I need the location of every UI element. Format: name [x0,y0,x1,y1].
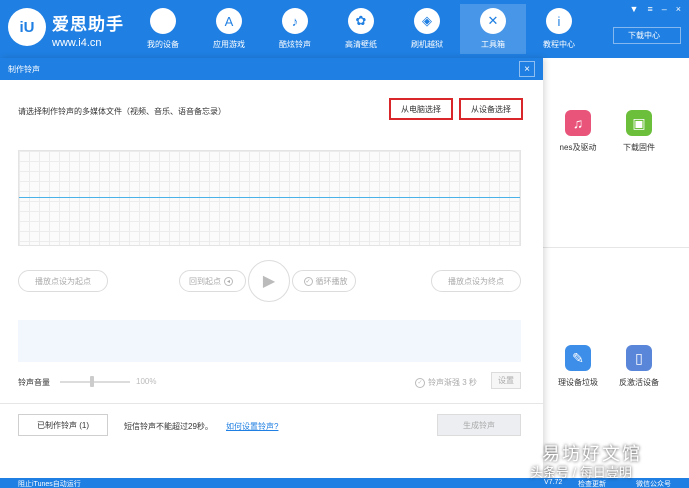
back-to-start-button[interactable]: 回到起点 ◂ [179,270,246,292]
footer-divider [0,403,543,404]
brand: 爱思助手 www.i4.cn [52,10,124,49]
settings-button[interactable]: 设置 [491,372,521,389]
nav-label: 高清壁纸 [345,40,377,49]
download-center-button[interactable]: 下载中心 [613,27,681,44]
app-store-icon: A [216,8,242,34]
block-itunes-option[interactable]: 阻止iTunes自动运行 [18,479,81,488]
shirt-icon[interactable]: ▼ [630,4,639,14]
volume-slider-thumb[interactable] [90,376,94,387]
dialog-title: 制作铃声 [8,64,40,74]
rewind-icon: ◂ [224,276,233,286]
menu-icon[interactable]: ≡ [647,4,652,14]
generate-ringtone-button[interactable]: 生成铃声 [437,414,521,436]
firmware-box-icon: ▣ [626,110,652,136]
panel-divider [543,247,689,248]
nav-label: 刷机越狱 [411,40,443,49]
tool-label: 反激活设备 [619,378,659,387]
dropbox-icon: ◈ [414,8,440,34]
sms-limit-note: 短信铃声不能超过29秒。 [124,422,213,431]
volume-label: 铃声音量 [18,378,50,387]
nav-label: 工具箱 [481,40,505,49]
close-icon[interactable]: × [519,61,535,77]
fade-in-option[interactable]: ✓ 铃声渐强 3 秒 [415,377,477,388]
nav-label: 酷炫铃声 [279,40,311,49]
fade-in-label: 铃声渐强 3 秒 [428,378,477,387]
nav-flash-jailbreak[interactable]: ◈ 刷机越狱 [394,4,460,54]
nav-my-device[interactable]: 我的设备 [130,4,196,54]
broom-icon: ✎ [565,345,591,371]
selection-range-area[interactable] [18,320,521,362]
minimize-icon[interactable]: – [662,4,667,14]
nav-label: 应用游戏 [213,40,245,49]
main-nav: 我的设备 A 应用游戏 ♪ 酷炫铃声 ✿ 高清壁纸 ◈ 刷机越狱 ✕ 工具箱 i… [130,4,592,54]
nav-ringtones[interactable]: ♪ 酷炫铃声 [262,4,328,54]
app-name: 爱思助手 [52,15,124,34]
set-end-button[interactable]: 播放点设为终点 [431,270,521,292]
nav-apps-games[interactable]: A 应用游戏 [196,4,262,54]
nav-label: 教程中心 [543,40,575,49]
dialog-header: 制作铃声 × [0,58,543,80]
wechat-button[interactable]: 微信公众号 [636,479,671,488]
app-url: www.i4.cn [52,37,102,49]
tool-download-firmware[interactable]: ▣ 下载固件 [604,110,674,153]
phone-icon: ▯ [626,345,652,371]
loop-play-button[interactable]: ✓ 循环播放 [292,270,356,292]
volume-slider-track[interactable] [60,381,130,383]
tool-label: 下载固件 [623,143,655,152]
play-button[interactable]: ▶ [248,260,290,302]
tool-clean-junk[interactable]: ✎ 理设备垃圾 [543,345,613,388]
bell-icon: ♪ [282,8,308,34]
nav-label: 我的设备 [147,40,179,49]
play-icon: ▶ [262,273,276,290]
select-from-device-button[interactable]: 从设备选择 [459,98,523,120]
nav-wallpapers[interactable]: ✿ 高清壁纸 [328,4,394,54]
tools-icon: ✕ [480,8,506,34]
toolbox-panel: ♫ nes及驱动 ▣ 下载固件 ✎ 理设备垃圾 ▯ 反激活设备 [543,58,689,478]
set-start-button[interactable]: 播放点设为起点 [18,270,108,292]
instruction-text: 请选择制作铃声的多媒体文件（视频、音乐、语音备忘录） [18,107,226,116]
made-ringtones-button[interactable]: 已制作铃声 (1) [18,414,108,436]
waveform-line [19,197,520,198]
info-icon: i [546,8,572,34]
itunes-icon: ♫ [565,110,591,136]
app-logo: iU [8,8,46,46]
tool-label: 理设备垃圾 [558,378,598,387]
loop-check-icon: ✓ [303,276,313,286]
window-controls: ▼ ≡ – × [630,4,681,14]
tool-itunes-drivers[interactable]: ♫ nes及驱动 [543,110,613,153]
tool-deactivate-device[interactable]: ▯ 反激活设备 [604,345,674,388]
waveform-area[interactable] [18,150,521,246]
apple-icon [150,8,176,34]
tool-label: nes及驱动 [559,143,597,152]
select-from-pc-button[interactable]: 从电脑选择 [389,98,453,120]
volume-value: 100% [136,377,157,386]
nav-tutorials[interactable]: i 教程中心 [526,4,592,54]
flower-icon: ✿ [348,8,374,34]
app-header: iU 爱思助手 www.i4.cn 我的设备 A 应用游戏 ♪ 酷炫铃声 ✿ 高… [0,0,689,58]
back-to-start-label: 回到起点 [189,276,221,286]
loop-play-label: 循环播放 [315,276,348,286]
close-window-icon[interactable]: × [676,4,681,14]
make-ringtone-dialog: 制作铃声 × 请选择制作铃声的多媒体文件（视频、音乐、语音备忘录） 从电脑选择 … [0,58,543,478]
howto-link[interactable]: 如何设置铃声? [226,421,278,432]
watermark-line2: 头条号 / 每日壹明 [530,465,632,480]
nav-toolbox[interactable]: ✕ 工具箱 [460,4,526,54]
check-icon: ✓ [415,377,425,388]
